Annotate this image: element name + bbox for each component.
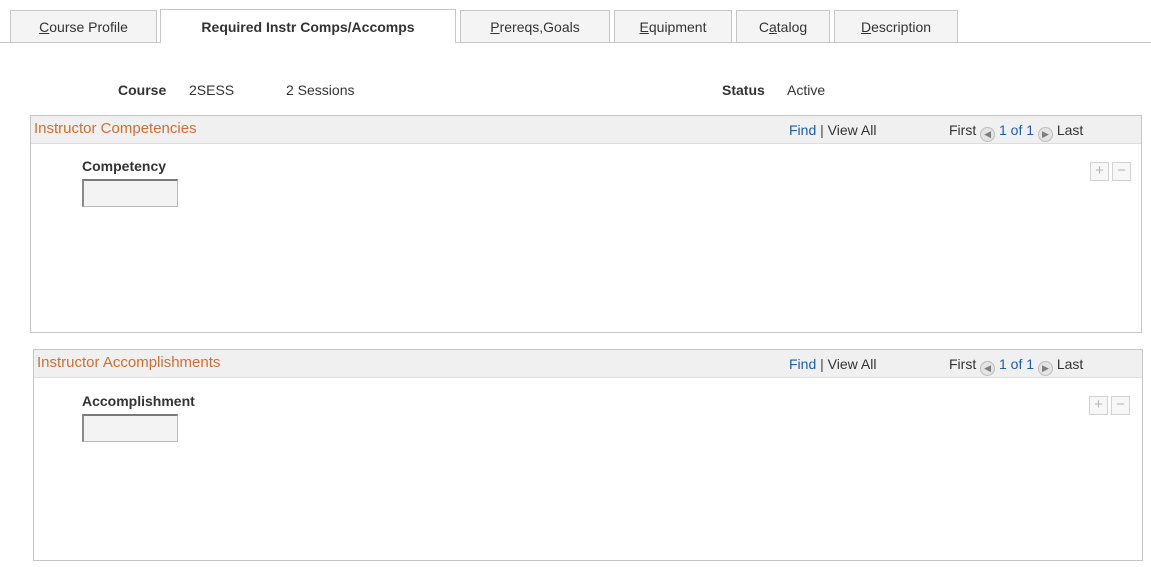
row-range: 1 of 1 [999, 356, 1035, 372]
previous-arrow-icon[interactable]: ◀ [980, 361, 996, 376]
delete-row-button[interactable]: − [1112, 162, 1131, 181]
tab-label: Catalog [758, 18, 808, 35]
view-all-link[interactable]: View All [828, 356, 877, 372]
course-label: Course [118, 82, 167, 98]
find-viewall-nav: Find | View All [789, 122, 876, 138]
course-name: 2 Sessions [286, 82, 355, 98]
status-value: Active [787, 82, 826, 98]
find-link[interactable]: Find [789, 122, 816, 138]
course-code: 2SESS [189, 82, 235, 98]
accomplishment-field[interactable] [82, 414, 178, 442]
tab-equipment[interactable]: Equipment [614, 10, 732, 42]
pagination-nav: First ◀ 1 of 1 ▶ Last [949, 122, 1083, 142]
separator: | [820, 122, 824, 138]
tab-label: Prereqs,Goals [490, 18, 580, 35]
group-title: Instructor Accomplishments [37, 354, 221, 371]
competency-field[interactable] [82, 179, 178, 207]
add-row-button[interactable]: + [1089, 396, 1108, 415]
last-label: Last [1056, 122, 1084, 138]
row-range: 1 of 1 [999, 122, 1035, 138]
accomplishment-column-header: Accomplishment [82, 393, 195, 409]
group-header: Instructor Accomplishments Find | View A… [34, 350, 1142, 378]
delete-row-button[interactable]: − [1111, 396, 1130, 415]
group-header: Instructor Competencies Find | View All … [31, 116, 1141, 144]
tab-course-profile[interactable]: Course Profile [10, 10, 157, 42]
tab-label: Required Instr Comps/Accomps [201, 18, 415, 35]
add-row-button[interactable]: + [1090, 162, 1109, 181]
tab-description[interactable]: Description [834, 10, 958, 42]
group-title: Instructor Competencies [34, 120, 197, 137]
next-arrow-icon[interactable]: ▶ [1037, 127, 1053, 142]
find-link[interactable]: Find [789, 356, 816, 372]
competency-column-header: Competency [82, 158, 167, 174]
tab-prereqs-goals[interactable]: Prereqs,Goals [460, 10, 610, 42]
pagination-nav: First ◀ 1 of 1 ▶ Last [949, 356, 1083, 376]
view-all-link[interactable]: View All [828, 122, 877, 138]
separator: | [820, 356, 824, 372]
tab-label: Equipment [639, 18, 707, 35]
tab-label: Course Profile [39, 18, 128, 35]
last-label: Last [1056, 356, 1084, 372]
first-label: First [949, 122, 977, 138]
instructor-competencies-group: Instructor Competencies Find | View All … [30, 115, 1142, 333]
next-arrow-icon[interactable]: ▶ [1037, 361, 1053, 376]
tab-required-instr-comps-accomps[interactable]: Required Instr Comps/Accomps [160, 9, 456, 43]
instructor-accomplishments-group: Instructor Accomplishments Find | View A… [33, 349, 1143, 561]
previous-arrow-icon[interactable]: ◀ [980, 127, 996, 142]
find-viewall-nav: Find | View All [789, 356, 876, 372]
first-label: First [949, 356, 977, 372]
tab-catalog[interactable]: Catalog [736, 10, 830, 42]
tab-label: Description [860, 18, 932, 35]
status-label: Status [722, 82, 765, 98]
tab-bar: Course Profile Required Instr Comps/Acco… [0, 0, 1151, 43]
